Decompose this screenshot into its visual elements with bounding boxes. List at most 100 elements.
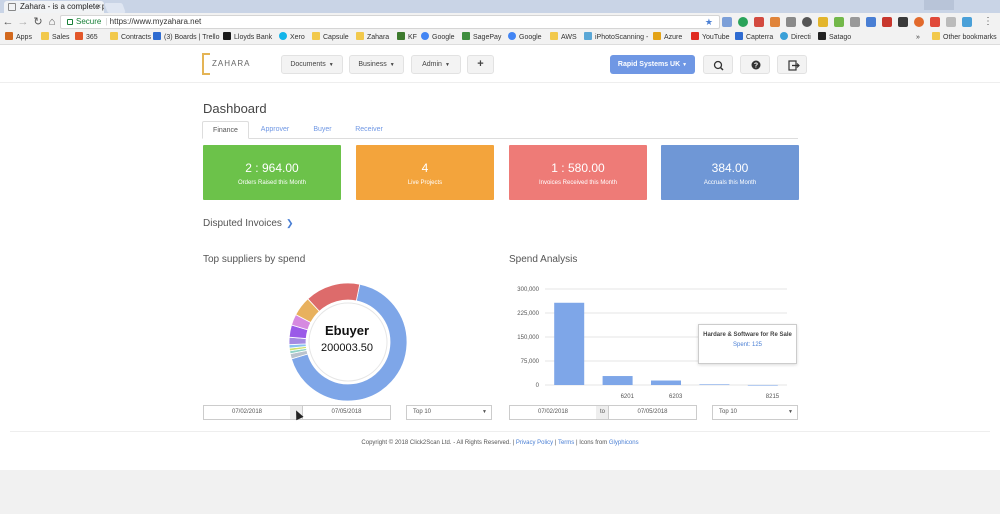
bookmark-star-icon[interactable]: ★ (705, 16, 713, 28)
more-bookmarks-icon[interactable]: » (916, 31, 920, 45)
extension-icon[interactable] (850, 17, 860, 27)
bookmark-item[interactable]: Contracts (110, 31, 151, 45)
suppliers-top-select[interactable]: Top 10 ▼ (406, 405, 492, 420)
extension-icon[interactable] (834, 17, 844, 27)
lock-icon (67, 19, 73, 25)
extension-icon[interactable] (818, 17, 828, 27)
back-arrow-icon[interactable]: ← (2, 15, 14, 29)
extension-icon[interactable] (882, 17, 892, 27)
bookmark-item[interactable]: 365 (75, 31, 98, 45)
windows-icon (653, 32, 661, 40)
extension-icon[interactable] (754, 17, 764, 27)
spend-date-to[interactable]: 07/05/2018 (608, 405, 697, 420)
close-tab-icon[interactable]: × (96, 1, 101, 13)
forward-arrow-icon[interactable]: → (17, 15, 29, 29)
bookmark-item[interactable]: Lloyds Bank (223, 31, 272, 45)
svg-text:?: ? (754, 63, 758, 70)
extension-icon[interactable] (898, 17, 908, 27)
business-menu-button[interactable]: Business ▼ (349, 55, 404, 74)
extension-icon[interactable] (914, 17, 924, 27)
company-selector-button[interactable]: Rapid Systems UK ▼ (610, 55, 695, 74)
orders-raised-card[interactable]: 2 : 964.00 Orders Raised this Month (203, 145, 341, 200)
bookmark-item[interactable]: Sales (41, 31, 70, 45)
admin-menu-button[interactable]: Admin ▼ (411, 55, 461, 74)
extension-icon[interactable] (946, 17, 956, 27)
tooltip-value: Spent: 125 (732, 342, 763, 348)
question-icon: ? (751, 60, 761, 70)
disputed-invoices-toggle[interactable]: Disputed Invoices ❯ (203, 218, 293, 229)
bookmark-item[interactable]: (3) Boards | Trello (153, 31, 220, 45)
live-projects-card[interactable]: 4 Live Projects (356, 145, 494, 200)
url-input[interactable]: Secure | https://www.myzahara.net ★ (60, 15, 720, 29)
bookmark-item[interactable]: Satago (818, 31, 851, 45)
browser-tab[interactable]: Zahara - is a complete p × (4, 1, 104, 13)
other-bookmarks[interactable]: Other bookmarks (932, 31, 997, 45)
home-icon[interactable]: ⌂ (46, 15, 58, 29)
x-tick-label: 8215 (766, 394, 780, 400)
extension-icon[interactable] (962, 17, 972, 27)
suppliers-date-to[interactable]: 07/05/2018 (302, 405, 391, 420)
tab-receiver[interactable]: Receiver (350, 121, 388, 139)
extension-icon[interactable] (722, 17, 732, 27)
spend-top-select[interactable]: Top 10 ▼ (712, 405, 798, 420)
extension-icon[interactable] (786, 17, 796, 27)
extension-icon[interactable] (738, 17, 748, 27)
window-user-badge[interactable] (924, 0, 954, 10)
spend-bar[interactable] (699, 384, 730, 385)
terms-link[interactable]: Terms (558, 440, 574, 446)
card-value: 4 (421, 161, 429, 175)
bookmark-apps[interactable]: Apps (5, 31, 32, 45)
caret-down-icon: ▼ (444, 62, 450, 68)
privacy-link[interactable]: Privacy Policy (516, 440, 553, 446)
invoices-received-card[interactable]: 1 : 580.00 Invoices Received this Month (509, 145, 647, 200)
new-tab-button[interactable] (104, 3, 126, 13)
card-value: 384.00 (711, 161, 749, 175)
extension-icon[interactable] (770, 17, 780, 27)
extension-icon[interactable] (866, 17, 876, 27)
tooltip-title: Hardare & Software for Re Sale (703, 332, 792, 338)
photo-icon (584, 32, 592, 40)
suppliers-title: Top suppliers by spend (203, 254, 306, 265)
logout-button[interactable] (777, 55, 807, 74)
tab-buyer[interactable]: Buyer (305, 121, 340, 139)
kf-icon (397, 32, 405, 40)
app-header: ZAHARA Documents ▼ Business ▼ Admin ▼ + Rap… (0, 45, 1000, 83)
add-button[interactable]: + (467, 55, 494, 74)
reload-icon[interactable]: ↻ (32, 15, 44, 29)
spend-bar[interactable] (650, 380, 682, 385)
spend-bar[interactable] (747, 384, 778, 386)
suppliers-date-from[interactable]: 07/02/2018 (203, 405, 291, 420)
bookmark-item[interactable]: Azure (653, 31, 682, 45)
horse-icon (223, 32, 231, 40)
browser-tab-bar: Zahara - is a complete p × (0, 0, 1000, 13)
tab-approver[interactable]: Approver (255, 121, 295, 139)
tab-finance[interactable]: Finance (202, 121, 249, 139)
bookmark-item[interactable]: Capsule (312, 31, 349, 45)
spend-bar[interactable] (602, 376, 633, 385)
bookmark-item[interactable]: Google (421, 31, 455, 45)
bookmark-item[interactable]: iPhotoScanning - (584, 31, 648, 45)
bookmark-item[interactable]: Google (508, 31, 542, 45)
bookmark-item[interactable]: YouTube (691, 31, 730, 45)
bookmark-item[interactable]: SagePay (462, 31, 501, 45)
extension-icon[interactable] (802, 17, 812, 27)
browser-tab-title: Zahara - is a complete p (20, 2, 104, 11)
youtube-icon (691, 32, 699, 40)
spend-date-from[interactable]: 07/02/2018 (509, 405, 597, 420)
spend-bar[interactable] (554, 302, 585, 385)
bookmark-item[interactable]: Capterra (735, 31, 773, 45)
bookmark-item[interactable]: Xero (279, 31, 305, 45)
chrome-menu-icon[interactable]: ⋮ (982, 15, 994, 29)
glyphicons-link[interactable]: Glyphicons (609, 440, 639, 446)
extension-icon[interactable] (930, 17, 940, 27)
bookmark-item[interactable]: AWS (550, 31, 577, 45)
zahara-logo[interactable]: ZAHARA (202, 53, 249, 75)
documents-menu-button[interactable]: Documents ▼ (281, 55, 343, 74)
bookmark-item[interactable]: KF (397, 31, 417, 45)
search-button[interactable] (703, 55, 733, 74)
bookmarks-bar: Apps Sales 365 Contracts (3) Boards | Tr… (0, 31, 1000, 45)
help-button[interactable]: ? (740, 55, 770, 74)
accruals-card[interactable]: 384.00 Accruals this Month (661, 145, 799, 200)
bookmark-item[interactable]: Directi (780, 31, 811, 45)
bookmark-item[interactable]: Zahara (356, 31, 389, 45)
